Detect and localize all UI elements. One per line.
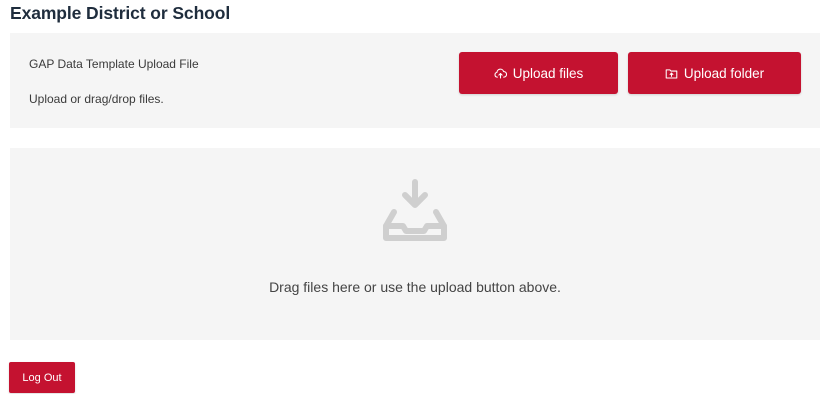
upload-panel: GAP Data Template Upload File Upload or … <box>10 33 820 128</box>
upload-hint-text: Upload or drag/drop files. <box>29 92 164 106</box>
upload-folder-label: Upload folder <box>683 65 765 81</box>
drop-zone-message: Drag files here or use the upload button… <box>269 279 561 295</box>
upload-folder-button[interactable]: Upload folder <box>628 52 801 94</box>
cloud-upload-icon <box>494 67 507 80</box>
upload-files-button[interactable]: Upload files <box>459 52 618 94</box>
folder-upload-icon <box>665 67 678 80</box>
upload-field-label: GAP Data Template Upload File <box>29 57 199 71</box>
upload-files-label: Upload files <box>512 65 584 81</box>
page: Example District or School GAP Data Temp… <box>0 0 820 394</box>
inbox-download-icon <box>380 178 450 242</box>
logout-button[interactable]: Log Out <box>9 362 75 393</box>
page-title: Example District or School <box>10 3 231 23</box>
file-drop-zone[interactable]: Drag files here or use the upload button… <box>10 148 820 340</box>
